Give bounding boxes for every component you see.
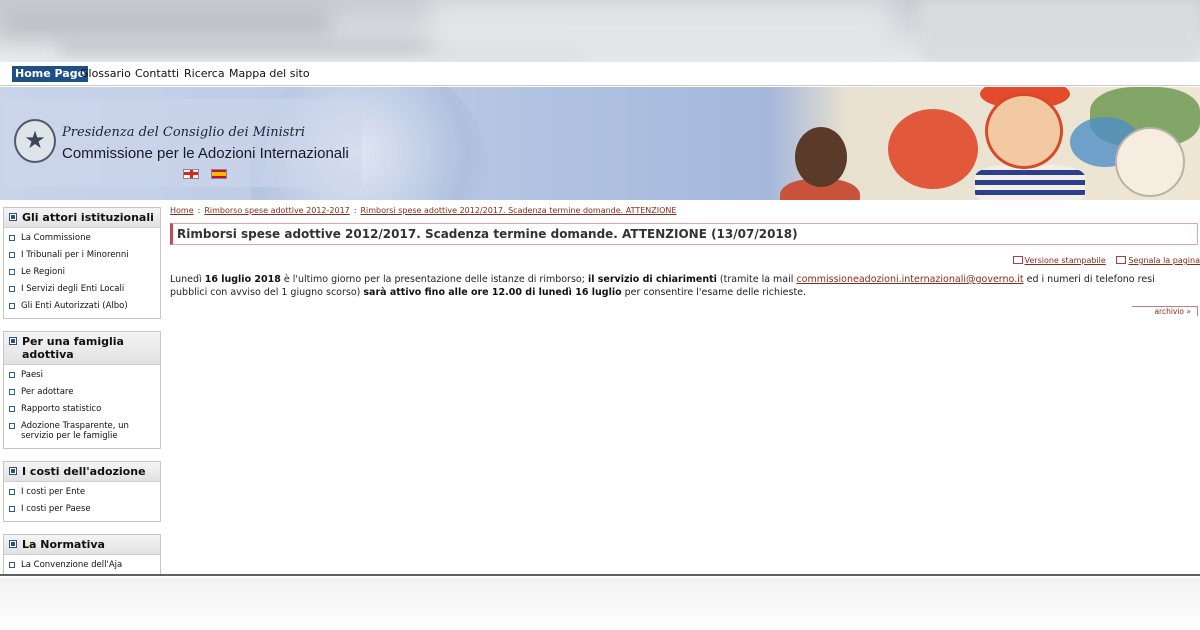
children-illustration [770,87,1200,200]
sidebar-item[interactable]: Paesi [4,367,160,384]
share-page-link[interactable]: Segnala la pagina [1128,256,1200,265]
page-tools: Versione stampabile Segnala la pagina [1005,256,1200,265]
org-subtitle: Commissione per le Adozioni Internaziona… [62,145,349,162]
section-title: Per una famiglia adottiva [22,335,124,361]
sidebar-item[interactable]: La Commissione [4,230,160,247]
printer-icon [1012,256,1023,264]
nav-ricerca[interactable]: Ricerca [182,66,227,82]
sidebar-item[interactable]: La Convenzione dell'Aja [4,557,160,574]
sidebar-item[interactable]: I Servizi degli Enti Locali [4,281,160,298]
nav-contatti[interactable]: Contatti [133,66,181,82]
envelope-icon [1116,256,1127,264]
bullet-icon [9,269,15,275]
page-title: Rimborsi spese adottive 2012/2017. Scade… [170,223,1198,245]
bullet-icon [9,406,15,412]
flag-es-icon[interactable] [211,169,227,179]
top-nav: Home Page Glossario Contatti Ricerca Map… [0,62,1200,86]
section-square-icon [9,213,17,221]
bullet-icon [9,286,15,292]
sidebar-section: La Normativa La Convenzione dell'Aja [3,534,161,574]
section-title: I costi dell'adozione [22,465,146,478]
sidebar: Gli attori istituzionali La Commissione … [3,207,161,574]
nav-home[interactable]: Home Page [12,66,89,82]
sidebar-item[interactable]: Per adottare [4,384,160,401]
bottom-blurred-area [0,578,1200,630]
bullet-icon [9,372,15,378]
nav-glossario[interactable]: Glossario [78,66,133,82]
bullet-icon [9,562,15,568]
sidebar-item[interactable]: Rapporto statistico [4,401,160,418]
article-body: Lunedì 16 luglio 2018 è l'ultimo giorno … [170,273,1200,299]
sidebar-item[interactable]: Le Regioni [4,264,160,281]
paragraph-line-1: Lunedì 16 luglio 2018 è l'ultimo giorno … [170,274,1155,285]
bullet-icon [9,489,15,495]
bullet-icon [9,389,15,395]
bullet-icon [9,303,15,309]
bullet-icon [9,252,15,258]
org-title: Presidenza del Consiglio dei Ministri [62,125,306,140]
section-title: La Normativa [22,538,105,551]
sidebar-item[interactable]: Adozione Trasparente, un servizio per le… [4,418,160,445]
nav-mappa[interactable]: Mappa del sito [227,66,312,82]
sidebar-section: Gli attori istituzionali La Commissione … [3,207,161,319]
main-content: Home: Rimborso spese adottive 2012-2017: R… [170,206,1200,316]
sidebar-item[interactable]: I Tribunali per i Minorenni [4,247,160,264]
breadcrumb-section[interactable]: Rimborso spese adottive 2012-2017 [204,206,349,215]
sidebar-section: I costi dell'adozione I costi per Ente I… [3,461,161,522]
bullet-icon [9,423,15,429]
header-banner: ★ Presidenza del Consiglio dei Ministri … [0,87,1200,200]
page: Home Page Glossario Contatti Ricerca Map… [0,62,1200,576]
archive-link[interactable]: archivio » [1132,306,1198,316]
paragraph-line-2: pubblici con avviso del 1 giugno scorso)… [170,287,807,298]
sidebar-item[interactable]: I costi per Paese [4,501,160,518]
section-title: Gli attori istituzionali [22,211,154,224]
bullet-icon [9,506,15,512]
sidebar-item[interactable]: I costi per Ente [4,484,160,501]
section-square-icon [9,467,17,475]
flag-uk-icon[interactable] [183,169,199,179]
republic-emblem-icon: ★ [14,119,56,163]
top-blurred-area [0,0,1200,62]
section-square-icon [9,540,17,548]
breadcrumb-home[interactable]: Home [170,206,194,215]
sidebar-item[interactable]: Gli Enti Autorizzati (Albo) [4,298,160,315]
print-version-link[interactable]: Versione stampabile [1025,256,1106,265]
sidebar-section: Per una famiglia adottiva Paesi Per adot… [3,331,161,449]
breadcrumb: Home: Rimborso spese adottive 2012-2017: R… [170,206,677,215]
section-square-icon [9,337,17,345]
email-link[interactable]: commissioneadozioni.internazionali@gover… [796,274,1023,285]
bullet-icon [9,235,15,241]
breadcrumb-current[interactable]: Rimborsi spese adottive 2012/2017. Scade… [360,206,676,215]
